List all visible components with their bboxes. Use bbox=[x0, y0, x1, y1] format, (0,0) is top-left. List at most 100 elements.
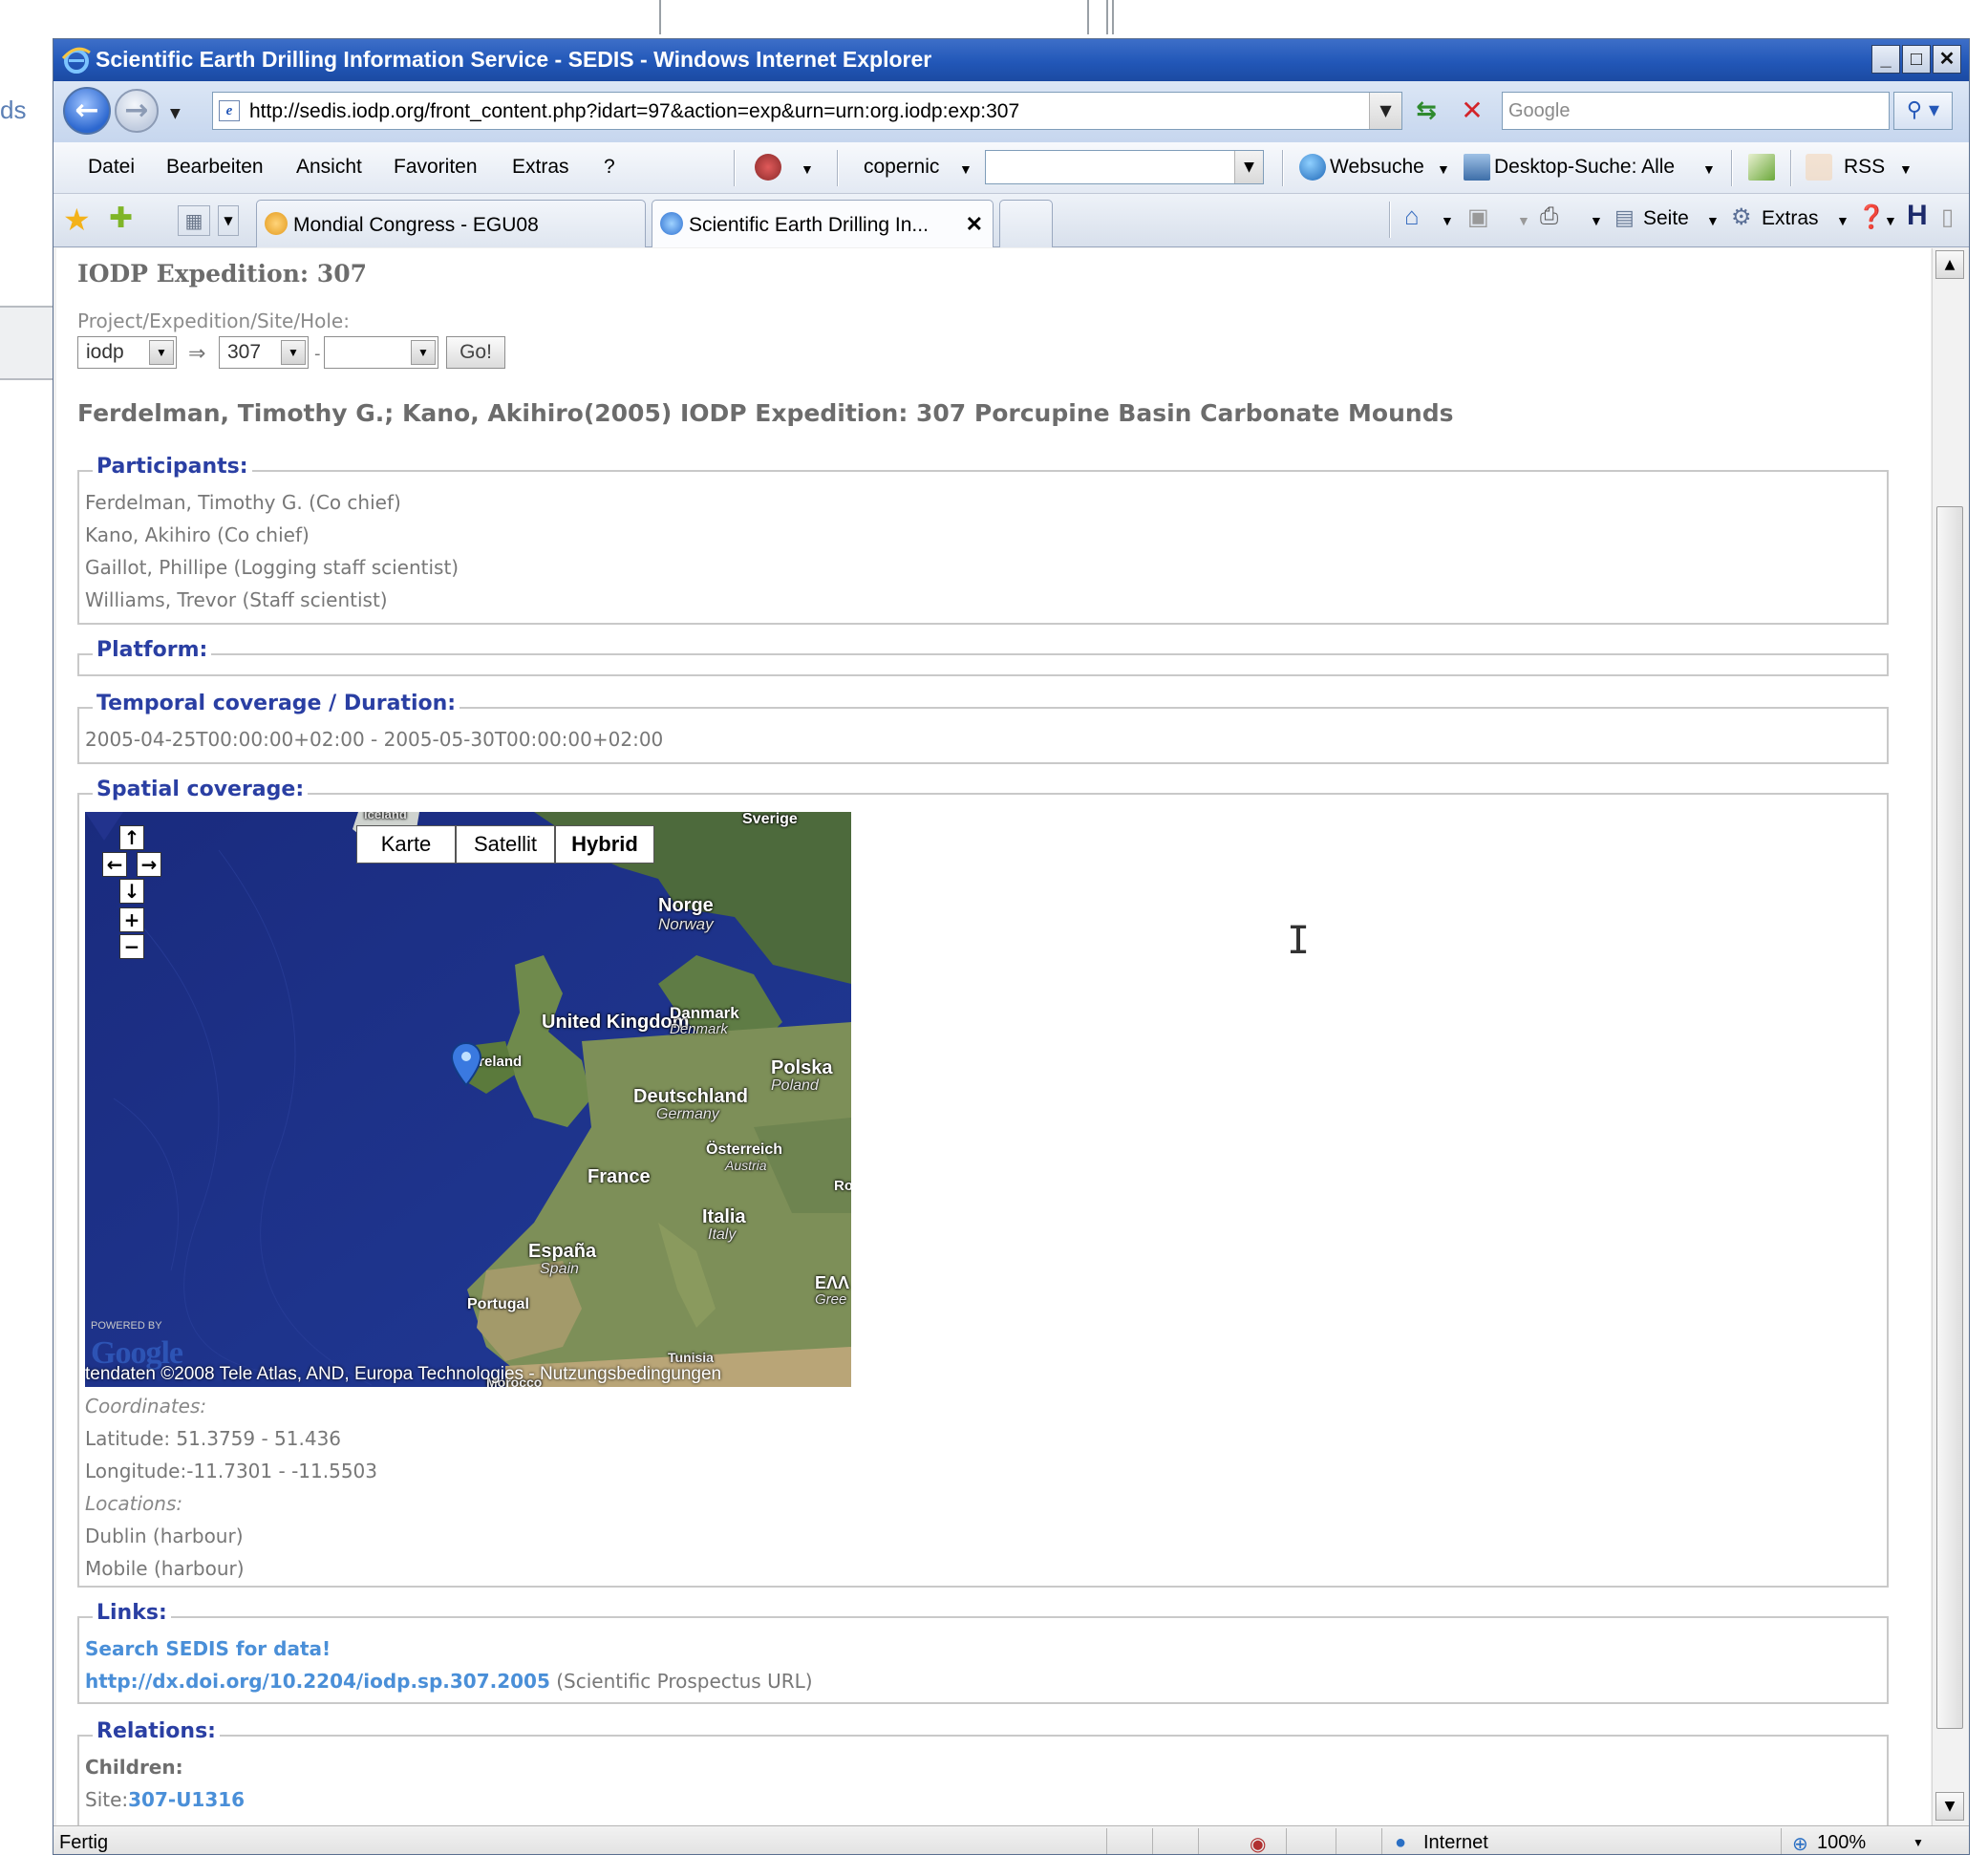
minimize-button[interactable]: _ bbox=[1871, 45, 1900, 74]
highlight-icon[interactable] bbox=[1748, 154, 1775, 181]
expedition-select[interactable]: 307 ▼ bbox=[219, 336, 309, 369]
help-icon[interactable]: ❓ bbox=[1857, 203, 1886, 231]
refresh-icon[interactable]: ⇆ bbox=[1406, 93, 1446, 129]
rss-dropdown-icon[interactable]: ▼ bbox=[1899, 161, 1913, 177]
scroll-up-icon[interactable]: ▲ bbox=[1935, 250, 1964, 279]
page-menu-button[interactable]: Seite bbox=[1643, 207, 1689, 230]
address-dropdown-icon[interactable]: ▼ bbox=[1369, 93, 1401, 129]
pan-down-icon[interactable]: ↓ bbox=[119, 879, 144, 904]
zoom-in-icon[interactable]: + bbox=[119, 907, 144, 932]
favorites-star-icon[interactable]: ★ bbox=[63, 202, 91, 238]
tools-menu-button[interactable]: Extras bbox=[1762, 207, 1819, 230]
menu-ansicht[interactable]: Ansicht bbox=[296, 156, 362, 179]
desktop-search-button[interactable]: Desktop-Suche: Alle bbox=[1494, 156, 1675, 179]
page-menu-icon: ▤ bbox=[1614, 205, 1635, 229]
search-icon[interactable]: ⚲ ▾ bbox=[1893, 92, 1953, 130]
site-select[interactable]: ▼ bbox=[324, 336, 438, 369]
tools-dropdown-icon[interactable]: ▼ bbox=[1836, 213, 1849, 228]
stop-icon[interactable]: ✕ bbox=[1454, 93, 1490, 129]
menu-extras[interactable]: Extras bbox=[512, 156, 569, 179]
zoom-out-icon[interactable]: − bbox=[119, 934, 144, 959]
websuche-dropdown-icon[interactable]: ▼ bbox=[1437, 161, 1450, 177]
background-window-bar bbox=[0, 306, 53, 380]
map-type-karte[interactable]: Karte bbox=[356, 825, 456, 864]
title-bar[interactable]: Scientific Earth Drilling Information Se… bbox=[53, 39, 1969, 81]
home-icon[interactable]: ⌂ bbox=[1404, 202, 1420, 231]
copernic-field-dropdown-icon[interactable]: ▼ bbox=[1234, 151, 1263, 183]
print-icon[interactable]: ⎙ bbox=[1540, 203, 1558, 230]
copernic-dropdown-icon[interactable]: ▼ bbox=[959, 161, 973, 177]
map-label-danmark: Danmark Denmark bbox=[670, 1004, 739, 1037]
history-dropdown-icon[interactable]: ▼ bbox=[170, 106, 181, 121]
copernic-button[interactable]: copernic bbox=[864, 156, 939, 179]
h-icon[interactable]: H bbox=[1907, 200, 1928, 232]
add-favorite-icon[interactable]: ✚ bbox=[109, 202, 133, 235]
location-item: Dublin (harbour) bbox=[85, 1525, 244, 1547]
desktop-search-dropdown-icon[interactable]: ▼ bbox=[1702, 161, 1716, 177]
back-button[interactable]: ← bbox=[63, 87, 111, 135]
project-select-dropdown-icon[interactable]: ▼ bbox=[149, 340, 174, 365]
doi-link[interactable]: http://dx.doi.org/10.2204/iodp.sp.307.20… bbox=[85, 1670, 550, 1693]
internet-zone-icon: ● bbox=[1395, 1832, 1407, 1853]
project-select[interactable]: iodp ▼ bbox=[77, 336, 177, 369]
forward-button[interactable]: → bbox=[115, 89, 159, 133]
new-tab-button[interactable] bbox=[999, 200, 1053, 247]
privacy-icon[interactable]: ◉ bbox=[1250, 1832, 1266, 1854]
address-toolbar: ← → ▼ e http://sedis.iodp.org/front_cont… bbox=[53, 81, 1969, 142]
tab-mondial-congress[interactable]: Mondial Congress - EGU08 bbox=[256, 200, 646, 247]
map-label-ro: Ro bbox=[834, 1178, 851, 1194]
search-input[interactable]: Google bbox=[1502, 92, 1890, 130]
map-widget[interactable]: Karte Satellit Hybrid ↑ ← → ↓ + − Icelan… bbox=[85, 812, 851, 1387]
tab-sedis[interactable]: Scientific Earth Drilling In... ✕ bbox=[652, 200, 994, 247]
copernic-search-field[interactable]: ▼ bbox=[985, 150, 1264, 184]
zoom-dropdown-icon[interactable]: ▼ bbox=[1913, 1836, 1924, 1849]
feeds-icon[interactable]: ▣ bbox=[1467, 203, 1489, 231]
map-label-greece: ΕΛΛ Gree bbox=[815, 1273, 850, 1308]
status-cell bbox=[1152, 1828, 1153, 1854]
pan-left-icon[interactable]: ← bbox=[102, 852, 127, 877]
site-select-dropdown-icon[interactable]: ▼ bbox=[411, 340, 436, 365]
home-dropdown-icon[interactable]: ▼ bbox=[1441, 213, 1454, 228]
map-marker-icon[interactable] bbox=[450, 1041, 482, 1089]
menu-bearbeiten[interactable]: Bearbeiten bbox=[166, 156, 264, 179]
translate-dropdown-icon[interactable]: ▼ bbox=[801, 161, 814, 177]
print-dropdown-icon[interactable]: ▼ bbox=[1590, 213, 1603, 228]
map-label-norge: Norge Norway bbox=[658, 895, 714, 933]
quick-tabs-icon[interactable]: ▦ bbox=[178, 205, 210, 236]
research-icon[interactable]: ▯ bbox=[1941, 203, 1954, 231]
temporal-fieldset: Temporal coverage / Duration: 2005-04-25… bbox=[77, 692, 1889, 764]
child-site-link[interactable]: 307-U1316 bbox=[128, 1788, 245, 1811]
page-dropdown-icon[interactable]: ▼ bbox=[1706, 213, 1720, 228]
children-label: Children: bbox=[85, 1756, 183, 1779]
address-bar[interactable]: e http://sedis.iodp.org/front_content.ph… bbox=[212, 92, 1402, 130]
pan-right-icon[interactable]: → bbox=[137, 852, 161, 877]
search-sedis-link[interactable]: Search SEDIS for data! bbox=[85, 1637, 331, 1660]
menu-help[interactable]: ? bbox=[604, 156, 615, 179]
expedition-select-dropdown-icon[interactable]: ▼ bbox=[281, 340, 306, 365]
participants-legend: Participants: bbox=[93, 455, 252, 479]
go-button[interactable]: Go! bbox=[446, 336, 505, 369]
zoom-level[interactable]: 100% bbox=[1817, 1832, 1866, 1854]
scrollbar-thumb[interactable] bbox=[1936, 506, 1963, 1729]
page-viewport: IODP Expedition: 307 Project/Expedition/… bbox=[56, 248, 1931, 1825]
help-dropdown-icon[interactable]: ▼ bbox=[1884, 213, 1897, 228]
map-type-satellit[interactable]: Satellit bbox=[456, 825, 555, 864]
maximize-button[interactable]: □ bbox=[1902, 45, 1931, 74]
translate-icon[interactable] bbox=[755, 154, 781, 181]
tab-list-dropdown-icon[interactable]: ▼ bbox=[218, 205, 239, 236]
rss-button[interactable]: RSS bbox=[1844, 156, 1885, 179]
map-label-polska: Polska Poland bbox=[771, 1057, 833, 1094]
toolbar-separator bbox=[1790, 150, 1792, 186]
menu-favoriten[interactable]: Favoriten bbox=[394, 156, 478, 179]
pan-up-icon[interactable]: ↑ bbox=[119, 825, 144, 850]
menu-datei[interactable]: Datei bbox=[88, 156, 135, 179]
close-button[interactable]: ✕ bbox=[1933, 45, 1961, 74]
scroll-down-icon[interactable]: ▼ bbox=[1935, 1792, 1964, 1821]
close-tab-icon[interactable]: ✕ bbox=[966, 212, 983, 237]
project-select-value: iodp bbox=[86, 341, 124, 363]
websuche-button[interactable]: Websuche bbox=[1330, 156, 1424, 179]
vertical-scrollbar[interactable]: ▲ ▼ bbox=[1932, 248, 1968, 1825]
url-text[interactable]: http://sedis.iodp.org/front_content.php?… bbox=[249, 100, 1019, 123]
feeds-dropdown-icon[interactable]: ▼ bbox=[1517, 213, 1530, 228]
map-type-hybrid[interactable]: Hybrid bbox=[555, 825, 654, 864]
